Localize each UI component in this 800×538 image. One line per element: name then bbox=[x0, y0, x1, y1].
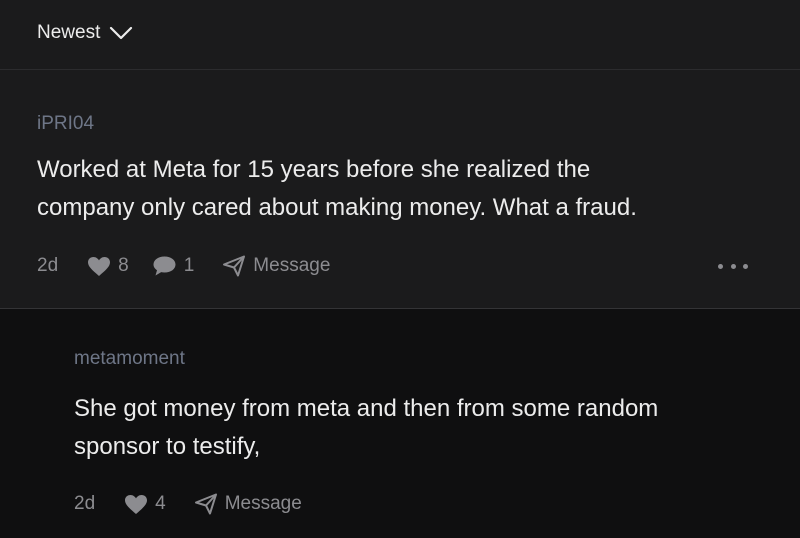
reply-count-button[interactable]: 1 bbox=[152, 255, 195, 277]
send-icon bbox=[223, 255, 246, 277]
reply-username[interactable]: metamoment bbox=[74, 348, 185, 370]
sort-dropdown[interactable]: Newest bbox=[37, 22, 133, 44]
message-button[interactable]: Message bbox=[194, 493, 302, 515]
send-icon bbox=[194, 493, 217, 515]
chevron-down-icon bbox=[110, 26, 133, 40]
message-button[interactable]: Message bbox=[222, 255, 330, 277]
message-label: Message bbox=[224, 493, 302, 514]
comment: iPRI04 Worked at Meta for 15 years befor… bbox=[0, 70, 800, 309]
comment-text: Worked at Meta for 15 years before she r… bbox=[37, 151, 637, 227]
comment-age: 2d bbox=[37, 255, 59, 276]
like-button[interactable]: 4 bbox=[124, 493, 166, 515]
like-count: 8 bbox=[118, 255, 129, 276]
sort-label: Newest bbox=[37, 22, 101, 43]
more-options-button[interactable] bbox=[718, 259, 748, 273]
comment-text-line: Worked at Meta for 15 years before she r… bbox=[37, 156, 591, 183]
heart-icon bbox=[125, 494, 148, 514]
message-label: Message bbox=[253, 255, 331, 276]
reply-text-line: sponsor to testify, bbox=[74, 433, 261, 460]
like-count: 4 bbox=[155, 493, 166, 514]
comment-actions: 2d 8 1 Message bbox=[37, 255, 330, 277]
reply-count: 1 bbox=[183, 255, 195, 276]
like-button[interactable]: 8 bbox=[87, 255, 129, 277]
comment-bubble-icon bbox=[153, 256, 176, 276]
reply-text-line: She got money from meta and then from so… bbox=[74, 395, 659, 422]
sort-bar: Newest bbox=[0, 0, 800, 70]
comments-screen: Newest iPRI04 Worked at Meta for 15 year… bbox=[0, 0, 800, 538]
comment-text-line: company only cared about making money. W… bbox=[37, 194, 637, 221]
reply-comment: metamoment She got money from meta and t… bbox=[0, 309, 800, 538]
comment-username[interactable]: iPRI04 bbox=[37, 113, 94, 135]
heart-icon bbox=[88, 256, 111, 276]
more-options-icon bbox=[718, 263, 723, 269]
reply-age: 2d bbox=[74, 493, 96, 514]
reply-actions: 2d 4 Message bbox=[74, 493, 302, 515]
reply-text: She got money from meta and then from so… bbox=[74, 390, 658, 466]
